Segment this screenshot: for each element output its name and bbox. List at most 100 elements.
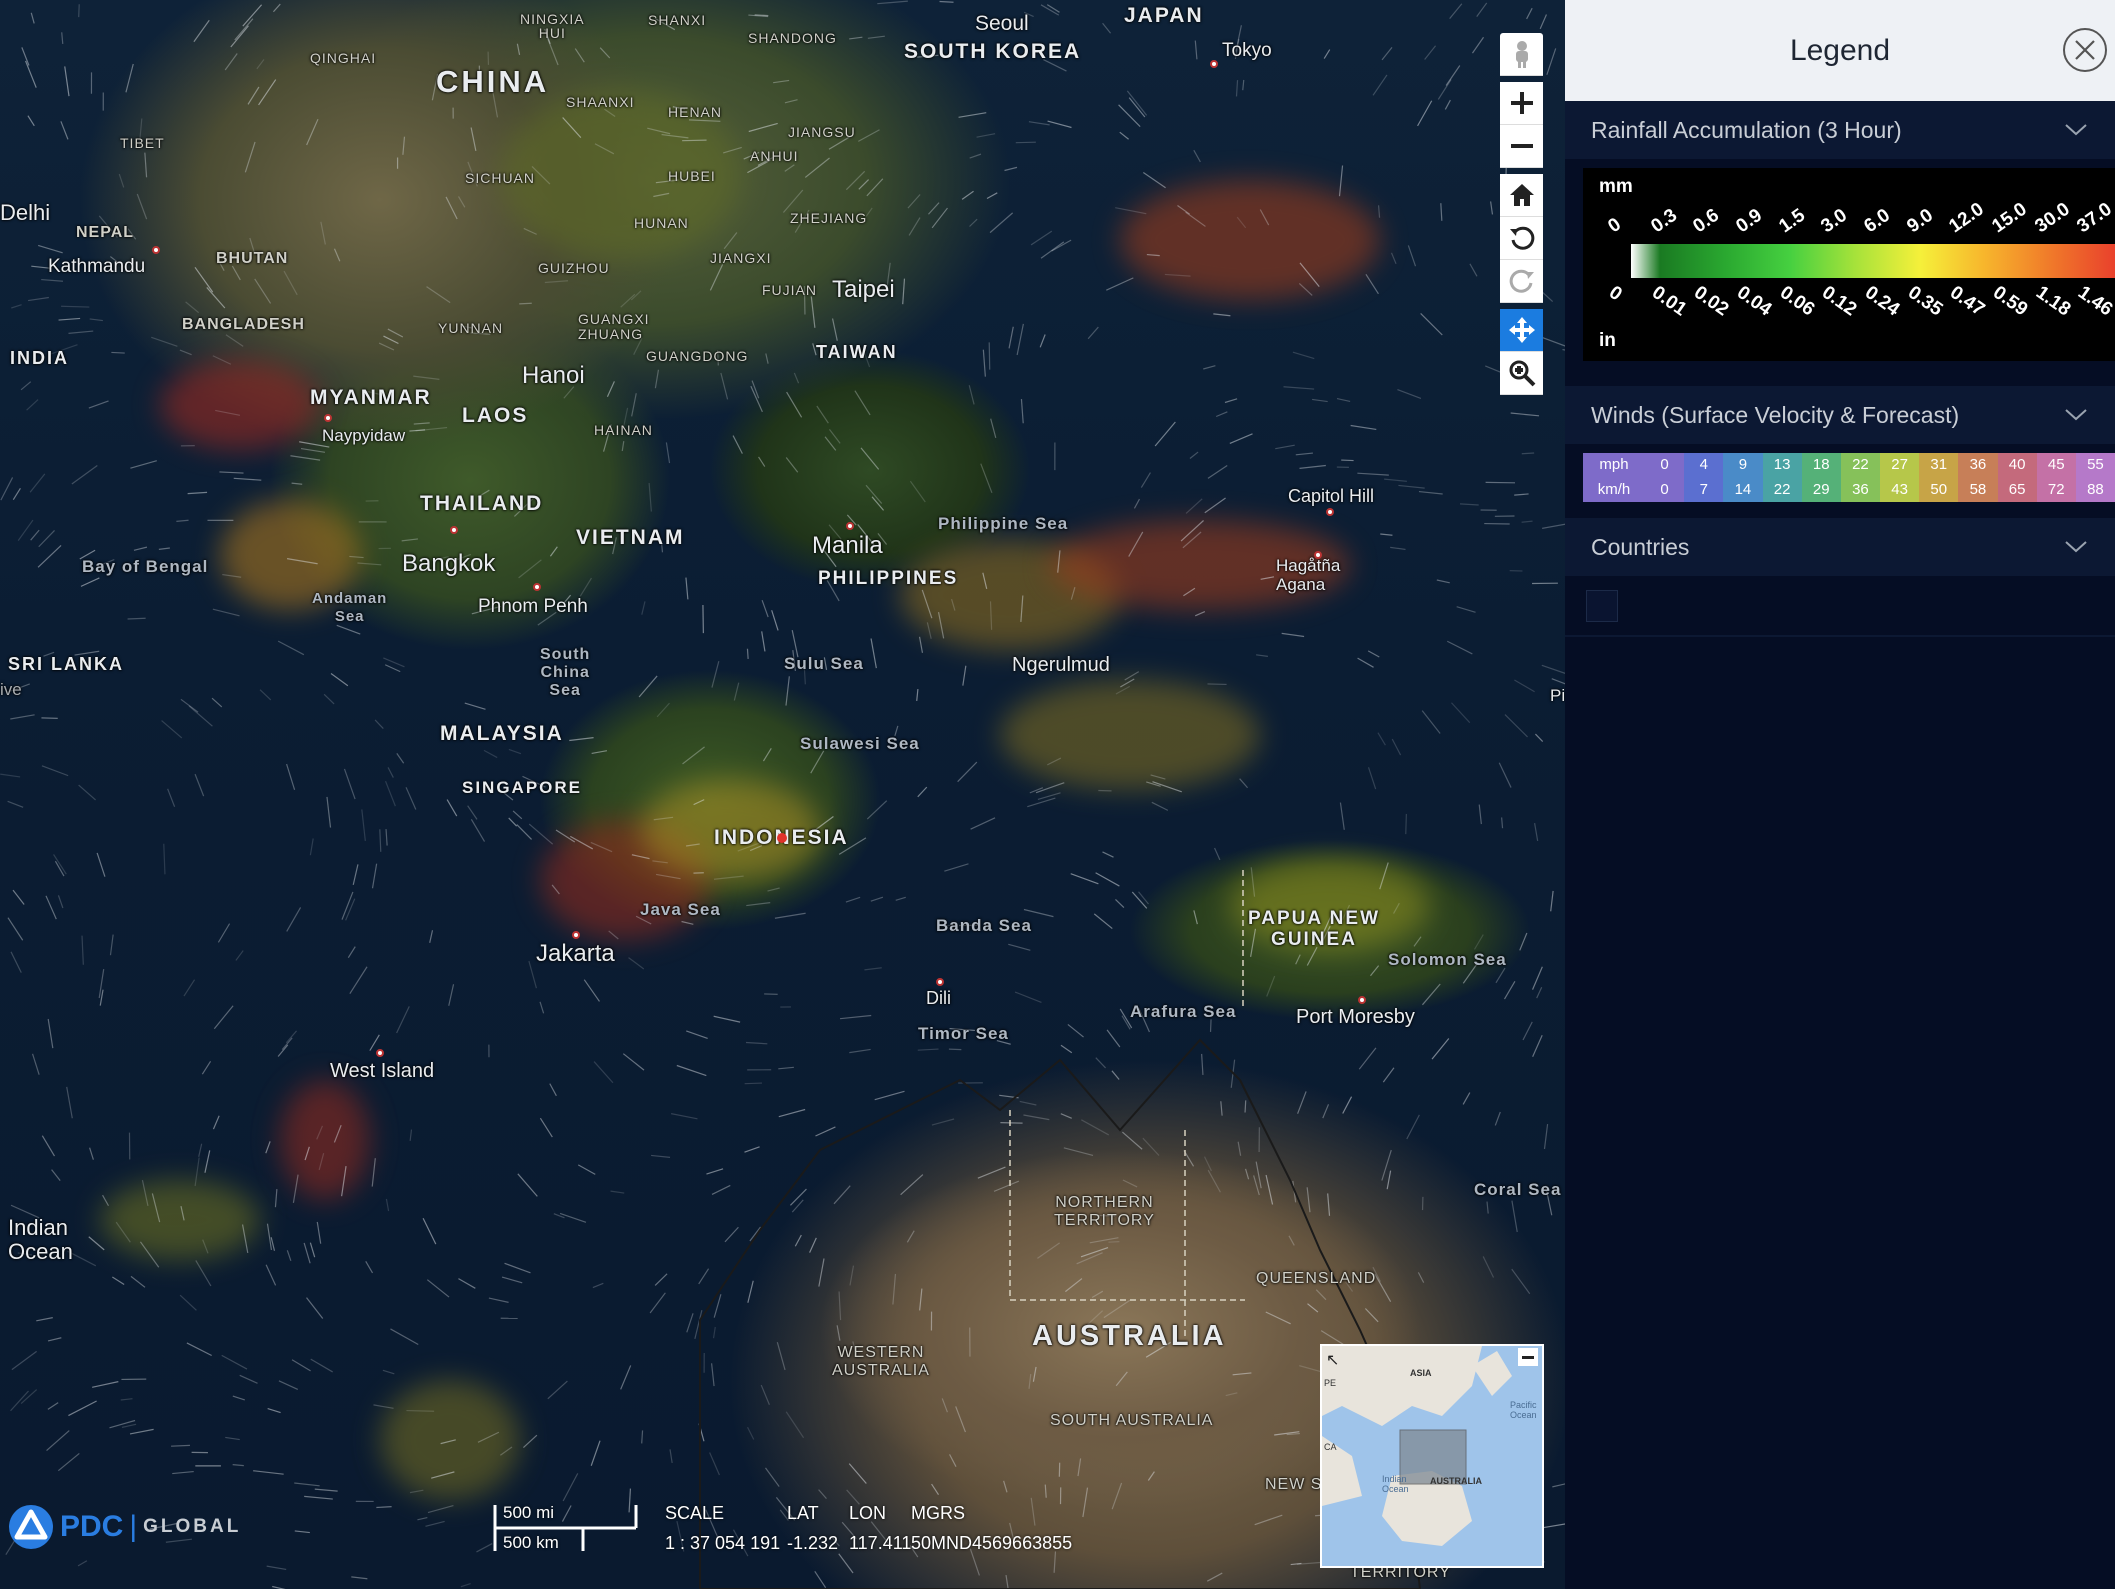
wind-mph-value: 40 (1997, 453, 2037, 478)
lon-label: LON (849, 1503, 887, 1523)
logo-text: PDC (60, 1510, 124, 1543)
winds-title: Winds (Surface Velocity & Forecast) (1591, 401, 1960, 428)
person-icon[interactable] (1500, 33, 1543, 76)
scale-label: SCALE (665, 1503, 725, 1523)
rainfall-section-header[interactable]: Rainfall Accumulation (3 Hour) (1565, 101, 2115, 159)
wind-kmh-value: 58 (1958, 477, 1998, 502)
wind-mph-value: 31 (1919, 453, 1959, 478)
wind-kmh-value: 0 (1645, 477, 1685, 502)
rainfall-title: Rainfall Accumulation (3 Hour) (1591, 116, 1902, 143)
expand-icon[interactable]: ↖ (1326, 1350, 1339, 1370)
wind-mph-value: 9 (1723, 453, 1763, 478)
rainfall-mm-tick: 0.6 (1689, 204, 1724, 238)
wind-kmh-value: 72 (2036, 477, 2076, 502)
rainfall-in-tick: 0.02 (1690, 282, 1733, 321)
wind-kmh-value: 29 (1801, 477, 1841, 502)
rainfall-mm-ticks: 0 0.3 0.6 0.9 1.5 3.0 6.0 9.0 12.0 15.0 30.0 37.0 (1583, 168, 2115, 238)
rainfall-mm-tick: 12.0 (1945, 198, 1989, 238)
wind-mph-value: 22 (1840, 453, 1880, 478)
overview-label-australia: AUSTRALIA (1430, 1476, 1482, 1486)
chevron-down-icon (2065, 409, 2087, 421)
scale-km: 500 km (503, 1533, 559, 1552)
wind-kmh-value: 88 (2075, 477, 2115, 502)
scale-mi: 500 mi (503, 1503, 555, 1522)
overview-map[interactable]: ASIA Pacific Ocean Indian Ocean AUSTRALI… (1320, 1344, 1544, 1568)
rainfall-mm-tick: 3.0 (1817, 204, 1852, 238)
close-icon (2075, 40, 2095, 60)
minus-icon[interactable] (1500, 125, 1543, 168)
lat-label: LAT (787, 1503, 819, 1523)
wind-mph-value: 0 (1645, 453, 1685, 478)
mgrs-value: 50MND4569663855 (911, 1533, 1073, 1553)
rainfall-in-ticks: 0 0.01 0.02 0.04 0.06 0.12 0.24 0.35 0.47 0.59 1.1… (1583, 280, 2115, 350)
overview-land (1322, 1346, 1512, 1546)
plus-icon[interactable] (1500, 82, 1543, 125)
rainfall-in-tick: 0.59 (1989, 282, 2032, 321)
rainfall-in-tick: 0.47 (1946, 282, 1989, 321)
rainfall-mm-tick: 37.0 (2073, 198, 2115, 238)
rainfall-mm-tick: 30.0 (2031, 198, 2074, 238)
rainfall-in-tick: 0.04 (1732, 282, 1776, 321)
scale-bar: 500 mi 500 km (493, 1503, 638, 1553)
wind-kmh-value: 22 (1762, 477, 1802, 502)
wind-kmh-value: 36 (1840, 477, 1880, 502)
rainfall-mm-tick: 0 (1604, 213, 1626, 238)
rainfall-scale: mm in 0 0.3 0.6 0.9 1.5 3.0 6.0 9.0 12.0 15.0 30.0… (1583, 168, 2115, 361)
rainfall-mm-tick: 15.0 (1988, 198, 2031, 238)
chevron-down-icon (2065, 124, 2087, 136)
move-icon[interactable] (1500, 309, 1543, 352)
wind-mph-value: 45 (2036, 453, 2076, 478)
rotate-right-icon[interactable] (1500, 260, 1543, 303)
rainfall-mm-tick: 0.3 (1647, 204, 1681, 238)
rainfall-mm-tick: 6.0 (1860, 204, 1895, 238)
logo-subtext: GLOBAL (143, 1516, 242, 1537)
rainfall-in-tick: 0.35 (1903, 282, 1947, 321)
rainfall-mm-tick: 9.0 (1903, 204, 1937, 238)
lon-value: 117.411 (849, 1533, 912, 1553)
chevron-down-icon (2065, 541, 2087, 553)
wind-mph-value: 13 (1762, 453, 1802, 478)
map-toolbar (1500, 33, 1543, 395)
wind-kmh-value: 65 (1997, 477, 2037, 502)
rotate-left-icon[interactable] (1500, 217, 1543, 260)
map-canvas[interactable]: CHINA JAPAN Seoul SOUTH KOREA Tokyo NING… (0, 0, 1565, 1589)
wind-kmh-value: 50 (1919, 477, 1959, 502)
wind-mph-value: 27 (1880, 453, 1920, 478)
rainfall-in-tick: 0.12 (1818, 282, 1861, 321)
wind-unit-kmh: km/h (1583, 477, 1645, 502)
countries-section-header[interactable]: Countries (1565, 518, 2115, 576)
winds-section-header[interactable]: Winds (Surface Velocity & Forecast) (1565, 386, 2115, 444)
countries-title: Countries (1591, 533, 1690, 560)
overview-label-indian: Indian Ocean (1382, 1474, 1409, 1494)
wind-mph-value: 36 (1958, 453, 1998, 478)
rainfall-in-tick: 1.18 (2031, 282, 2075, 321)
home-icon[interactable] (1500, 174, 1543, 217)
pdc-logo: PDC | GLOBAL (8, 1504, 241, 1550)
overview-label-asia: ASIA (1410, 1368, 1432, 1378)
wind-scale: mph 0 4 9 13 18 22 27 31 36 40 45 55 km/h 0 7 14 22 29 36 43… (1583, 453, 2115, 502)
wind-mph-value: 18 (1801, 453, 1841, 478)
logo-divider: | (129, 1510, 138, 1543)
pdc-triangle-icon (9, 1505, 53, 1549)
legend-header: Legend (1565, 0, 2115, 101)
collapse-overview-button[interactable] (1518, 1348, 1538, 1366)
wind-kmh-value: 7 (1684, 477, 1724, 502)
countries-checkbox[interactable] (1586, 590, 1618, 622)
wind-kmh-value: 14 (1723, 477, 1763, 502)
close-button[interactable] (2063, 28, 2107, 72)
overview-label-ca: CA (1324, 1442, 1337, 1452)
rainfall-in-tick: 1.46 (2074, 282, 2115, 321)
wind-unit-mph: mph (1583, 453, 1645, 478)
section-divider (1565, 635, 2115, 637)
rainfall-in-tick: 0.06 (1775, 282, 1819, 321)
minus-icon (1522, 1355, 1534, 1359)
wind-kmh-value: 43 (1880, 477, 1920, 502)
rainfall-mm-tick: 0.9 (1732, 204, 1767, 238)
mgrs-label: MGRS (911, 1503, 965, 1523)
rainfall-in-tick: 0 (1604, 282, 1626, 306)
rainfall-gradient-bar (1631, 244, 2115, 278)
rainfall-in-tick: 0.24 (1861, 282, 1904, 321)
overview-label-pe: PE (1324, 1378, 1337, 1388)
rainfall-in-tick: 0.01 (1647, 282, 1690, 321)
zoom-box-icon[interactable] (1500, 352, 1543, 395)
